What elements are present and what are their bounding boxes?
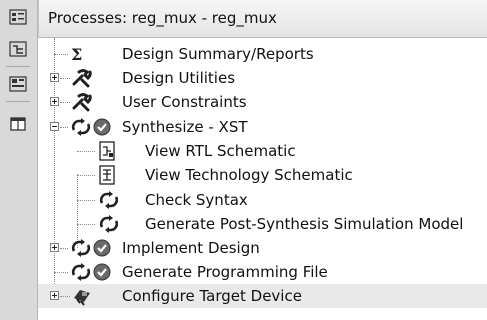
tree-item-view-technology-schematic[interactable]: View Technology Schematic bbox=[38, 163, 487, 187]
tree-item-synthesize-xst[interactable]: Synthesize - XST bbox=[38, 115, 487, 139]
processes-icon[interactable] bbox=[6, 5, 30, 29]
tree-connector bbox=[54, 272, 68, 273]
tree-connector bbox=[60, 78, 70, 79]
tree-connector bbox=[54, 54, 68, 55]
sigma-icon: Σ bbox=[70, 44, 86, 64]
libraries-icon[interactable] bbox=[6, 72, 30, 96]
tree-connector bbox=[77, 200, 95, 201]
tree-item-label: View Technology Schematic bbox=[145, 166, 353, 184]
tree-item-label: Implement Design bbox=[122, 239, 260, 257]
tree-item-check-syntax[interactable]: Check Syntax bbox=[38, 188, 487, 212]
tree-connector bbox=[60, 248, 68, 249]
toolbar-separator bbox=[6, 101, 30, 102]
tree-connector bbox=[77, 151, 95, 152]
tree-item-generate-programming-file[interactable]: Generate Programming File bbox=[38, 260, 487, 284]
tree-item-label: Design Utilities bbox=[122, 69, 236, 87]
tree-item-design-summary[interactable]: Σ Design Summary/Reports bbox=[38, 42, 487, 66]
tree-item-label: User Constraints bbox=[122, 93, 247, 111]
tools-icon bbox=[71, 68, 93, 88]
run-complete-icon bbox=[70, 262, 112, 282]
tree-item-configure-target-device[interactable]: Configure Target Device bbox=[38, 284, 487, 308]
run-icon bbox=[98, 190, 118, 210]
tree-item-label: Configure Target Device bbox=[122, 287, 302, 305]
device-icon bbox=[71, 286, 93, 306]
expand-icon[interactable] bbox=[50, 97, 59, 106]
schematic-icon bbox=[98, 165, 116, 185]
toolbar-separator bbox=[6, 66, 30, 67]
tree-item-design-utilities[interactable]: Design Utilities bbox=[38, 66, 487, 90]
tree-item-label: Synthesize - XST bbox=[122, 118, 248, 136]
tools-icon bbox=[71, 92, 93, 112]
panel-icon[interactable] bbox=[6, 112, 30, 136]
run-complete-icon bbox=[70, 238, 112, 258]
svg-text:Σ: Σ bbox=[71, 45, 82, 63]
expand-icon[interactable] bbox=[50, 73, 59, 82]
tree-connector bbox=[60, 296, 70, 297]
schematic-icon bbox=[98, 141, 116, 161]
expand-icon[interactable] bbox=[50, 291, 59, 300]
left-toolbar bbox=[0, 0, 38, 320]
tree-item-label: Design Summary/Reports bbox=[122, 45, 314, 63]
tree-item-label: Generate Post-Synthesis Simulation Model bbox=[145, 215, 464, 233]
tree-item-label: Check Syntax bbox=[145, 191, 248, 209]
tree-connector bbox=[60, 127, 68, 128]
tree-connector bbox=[77, 175, 95, 176]
tree-item-implement-design[interactable]: Implement Design bbox=[38, 236, 487, 260]
tree-item-view-rtl-schematic[interactable]: View RTL Schematic bbox=[38, 139, 487, 163]
tree-item-label: View RTL Schematic bbox=[145, 142, 296, 160]
tree-connector bbox=[60, 102, 70, 103]
collapse-icon[interactable] bbox=[50, 122, 59, 131]
run-icon bbox=[98, 214, 118, 234]
tree-item-user-constraints[interactable]: User Constraints bbox=[38, 90, 487, 114]
processes-panel: Processes: reg_mux - reg_mux Σ Design Su… bbox=[38, 0, 487, 320]
tree-item-generate-post-synthesis-model[interactable]: Generate Post-Synthesis Simulation Model bbox=[38, 212, 487, 236]
panel-title: Processes: reg_mux - reg_mux bbox=[48, 9, 277, 27]
tree-item-label: Generate Programming File bbox=[122, 263, 328, 281]
expand-icon[interactable] bbox=[50, 243, 59, 252]
panel-header: Processes: reg_mux - reg_mux bbox=[38, 0, 487, 38]
run-complete-icon bbox=[70, 117, 112, 137]
hierarchy-icon[interactable] bbox=[6, 37, 30, 61]
tree-connector bbox=[77, 224, 95, 225]
